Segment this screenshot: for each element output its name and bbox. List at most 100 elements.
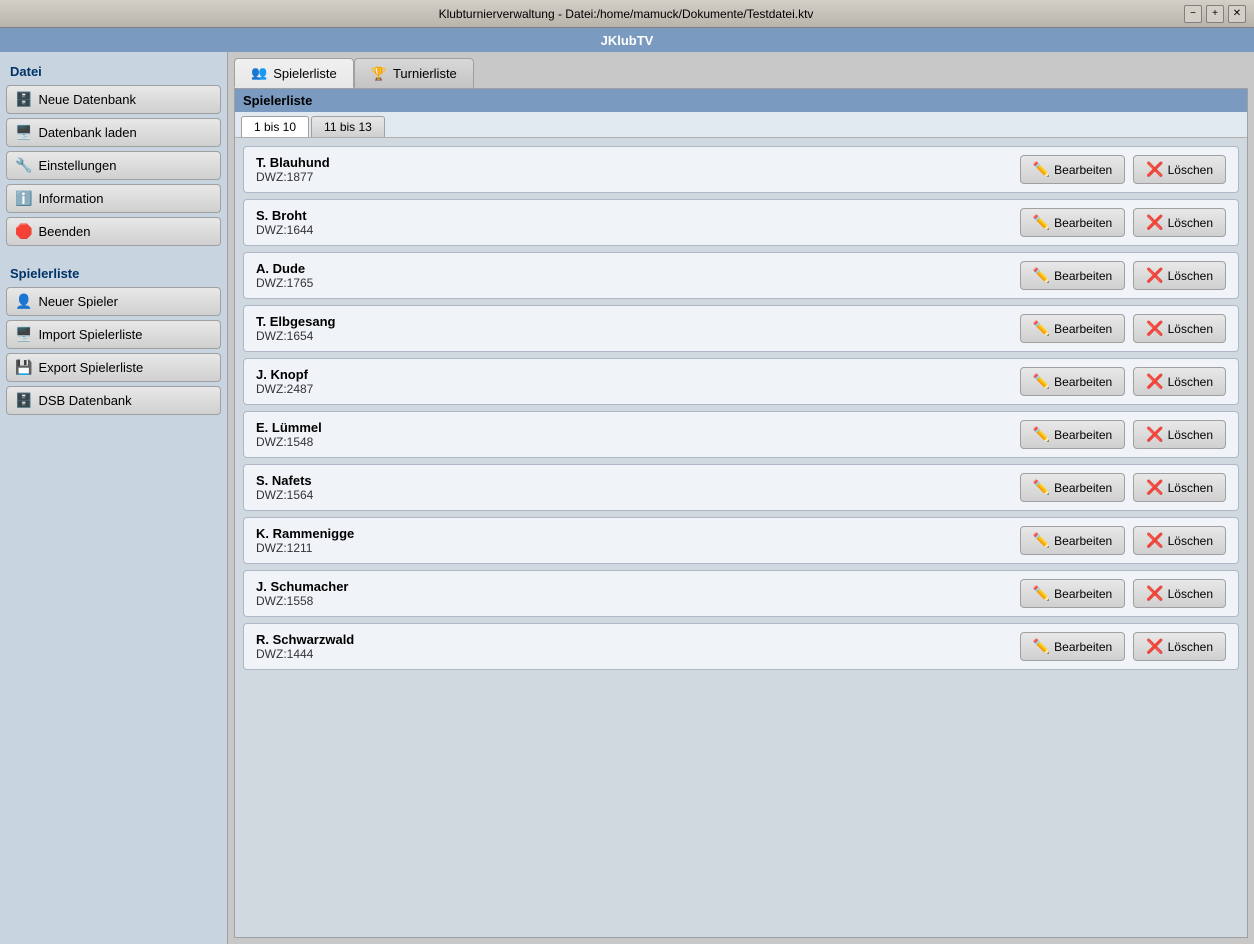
bearbeiten-icon: ✏️ (1033, 426, 1050, 443)
player-dwz: DWZ:1564 (256, 488, 1012, 502)
player-info: T. BlauhundDWZ:1877 (256, 155, 1012, 184)
window-title: Klubturnierverwaltung - Datei:/home/mamu… (68, 7, 1184, 21)
beenden-label: Beenden (38, 224, 90, 239)
minimize-button[interactable]: − (1184, 5, 1202, 23)
loschen-button[interactable]: ❌Löschen (1133, 261, 1226, 290)
neue-datenbank-label: Neue Datenbank (38, 92, 136, 107)
import-spielerliste-label: Import Spielerliste (38, 327, 142, 342)
neuer-spieler-button[interactable]: 👤 Neuer Spieler (6, 287, 221, 316)
bearbeiten-button[interactable]: ✏️Bearbeiten (1020, 420, 1125, 449)
bearbeiten-button[interactable]: ✏️Bearbeiten (1020, 579, 1125, 608)
bearbeiten-button[interactable]: ✏️Bearbeiten (1020, 526, 1125, 555)
player-row: E. LümmelDWZ:1548✏️Bearbeiten❌Löschen (243, 411, 1239, 458)
information-icon: ℹ️ (15, 190, 32, 207)
neuer-spieler-icon: 👤 (15, 293, 32, 310)
loschen-icon: ❌ (1146, 373, 1163, 390)
player-name: T. Blauhund (256, 155, 1012, 170)
loschen-button[interactable]: ❌Löschen (1133, 526, 1226, 555)
einstellungen-label: Einstellungen (38, 158, 116, 173)
bearbeiten-button[interactable]: ✏️Bearbeiten (1020, 261, 1125, 290)
sub-tab-11-13[interactable]: 11 bis 13 (311, 116, 385, 137)
bearbeiten-icon: ✏️ (1033, 320, 1050, 337)
player-row: A. DudeDWZ:1765 ✏️Bearbeiten ❌Löschen (243, 252, 1239, 299)
loschen-icon: ❌ (1146, 479, 1163, 496)
player-row: J. SchumacherDWZ:1558 ✏️Bearbeiten ❌Lösche… (243, 570, 1239, 617)
content-area: 👥 Spielerliste 🏆 Turnierliste Spielerlis… (228, 52, 1254, 944)
export-spielerliste-button[interactable]: 💾 Export Spielerliste (6, 353, 221, 382)
spielerliste-tab-label: Spielerliste (273, 66, 337, 81)
dsb-datenbank-label: DSB Datenbank (38, 393, 131, 408)
spielerliste-section-label: Spielerliste (6, 262, 221, 283)
player-name: J. Schumacher (256, 579, 1012, 594)
dsb-datenbank-button[interactable]: 🗄️ DSB Datenbank (6, 386, 221, 415)
tab-bar: 👥 Spielerliste 🏆 Turnierliste (234, 58, 1248, 88)
tab-turnierliste[interactable]: 🏆 Turnierliste (354, 58, 474, 88)
loschen-icon: ❌ (1146, 426, 1163, 443)
bearbeiten-icon: ✏️ (1033, 585, 1050, 602)
loschen-button[interactable]: ❌Löschen (1133, 632, 1226, 661)
sub-tab-1-10[interactable]: 1 bis 10 (241, 116, 309, 137)
loschen-button[interactable]: ❌Löschen (1133, 367, 1226, 396)
player-row: T. BlauhundDWZ:1877 ✏️Bearbeiten ❌Löschen (243, 146, 1239, 193)
loschen-button[interactable]: ❌Löschen (1133, 420, 1226, 449)
loschen-button[interactable]: ❌Löschen (1133, 579, 1226, 608)
loschen-icon: ❌ (1146, 320, 1163, 337)
player-dwz: DWZ:1654 (256, 329, 1012, 343)
player-row: J. KnopfDWZ:2487✏️Bearbeiten❌Löschen (243, 358, 1239, 405)
player-dwz: DWZ:1211 (256, 541, 1012, 555)
loschen-icon: ❌ (1146, 532, 1163, 549)
loschen-button[interactable]: ❌Löschen (1133, 314, 1226, 343)
dsb-icon: 🗄️ (15, 392, 32, 409)
bearbeiten-button[interactable]: ✏️Bearbeiten (1020, 155, 1125, 184)
export-spielerliste-label: Export Spielerliste (38, 360, 143, 375)
player-dwz: DWZ:1444 (256, 647, 1012, 661)
information-button[interactable]: ℹ️ Information (6, 184, 221, 213)
loschen-icon: ❌ (1146, 638, 1163, 655)
player-name: J. Knopf (256, 367, 1012, 382)
player-row: K. RammeniggeDWZ:1211 ✏️Bearbeiten ❌Lösche… (243, 517, 1239, 564)
datenbank-laden-button[interactable]: 🖥️ Datenbank laden (6, 118, 221, 147)
player-info: K. RammeniggeDWZ:1211 (256, 526, 1012, 555)
bearbeiten-button[interactable]: ✏️Bearbeiten (1020, 632, 1125, 661)
player-name: S. Nafets (256, 473, 1012, 488)
loschen-button[interactable]: ❌Löschen (1133, 473, 1226, 502)
neue-datenbank-button[interactable]: 🗄️ Neue Datenbank (6, 85, 221, 114)
title-bar: Klubturnierverwaltung - Datei:/home/mamu… (0, 0, 1254, 28)
player-info: R. SchwarzwaldDWZ:1444 (256, 632, 1012, 661)
close-button[interactable]: ✕ (1228, 5, 1246, 23)
spielerliste-tab-icon: 👥 (251, 65, 267, 81)
player-name: T. Elbgesang (256, 314, 1012, 329)
beenden-icon: 🛑 (15, 223, 32, 240)
turnierliste-tab-label: Turnierliste (393, 66, 457, 81)
import-spielerliste-button[interactable]: 🖥️ Import Spielerliste (6, 320, 221, 349)
bearbeiten-button[interactable]: ✏️Bearbeiten (1020, 367, 1125, 396)
player-dwz: DWZ:1877 (256, 170, 1012, 184)
maximize-button[interactable]: + (1206, 5, 1224, 23)
player-row: T. ElbgesangDWZ:1654 ✏️Bearbeiten ❌Löschen (243, 305, 1239, 352)
bearbeiten-button[interactable]: ✏️Bearbeiten (1020, 473, 1125, 502)
neuer-spieler-label: Neuer Spieler (38, 294, 118, 309)
einstellungen-button[interactable]: 🔧 Einstellungen (6, 151, 221, 180)
bearbeiten-icon: ✏️ (1033, 638, 1050, 655)
tab-spielerliste[interactable]: 👥 Spielerliste (234, 58, 354, 88)
information-label: Information (38, 191, 103, 206)
bearbeiten-button[interactable]: ✏️Bearbeiten (1020, 314, 1125, 343)
bearbeiten-icon: ✏️ (1033, 214, 1050, 231)
player-info: T. ElbgesangDWZ:1654 (256, 314, 1012, 343)
player-dwz: DWZ:1765 (256, 276, 1012, 290)
bearbeiten-icon: ✏️ (1033, 532, 1050, 549)
loschen-button[interactable]: ❌Löschen (1133, 155, 1226, 184)
window-controls: − + ✕ (1184, 5, 1246, 23)
main-layout: Datei 🗄️ Neue Datenbank 🖥️ Datenbank lad… (0, 52, 1254, 944)
player-row: S. BrohtDWZ:1644✏️Bearbeiten❌Löschen (243, 199, 1239, 246)
player-name: R. Schwarzwald (256, 632, 1012, 647)
player-info: J. SchumacherDWZ:1558 (256, 579, 1012, 608)
player-name: A. Dude (256, 261, 1012, 276)
loschen-button[interactable]: ❌Löschen (1133, 208, 1226, 237)
player-name: E. Lümmel (256, 420, 1012, 435)
player-list: T. BlauhundDWZ:1877 ✏️Bearbeiten ❌Löschen S… (235, 138, 1247, 937)
bearbeiten-button[interactable]: ✏️Bearbeiten (1020, 208, 1125, 237)
player-info: A. DudeDWZ:1765 (256, 261, 1012, 290)
player-row: R. SchwarzwaldDWZ:1444 ✏️Bearbeiten ❌Lösch… (243, 623, 1239, 670)
beenden-button[interactable]: 🛑 Beenden (6, 217, 221, 246)
